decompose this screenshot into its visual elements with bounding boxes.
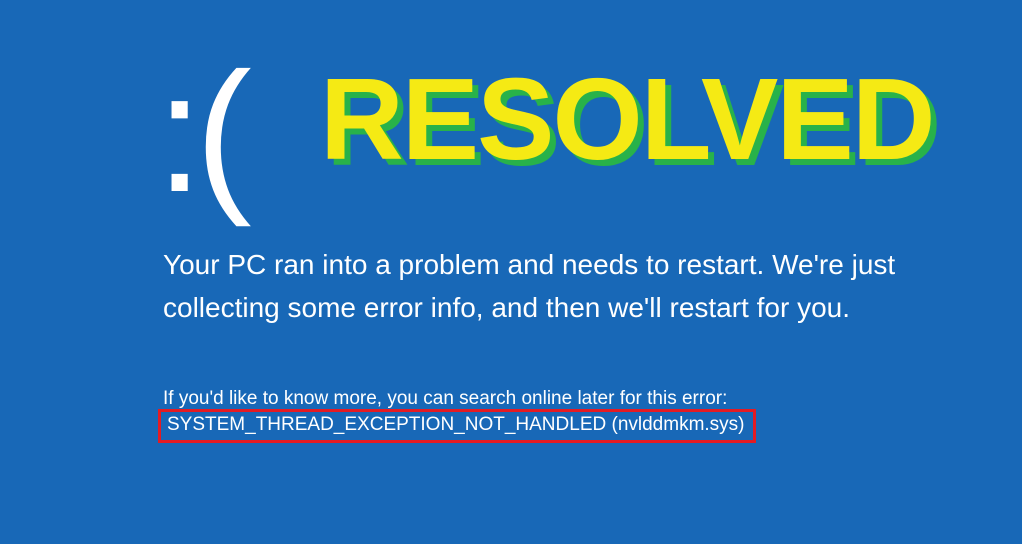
resolved-label: RESOLVED bbox=[320, 52, 934, 186]
sad-face-icon: :( bbox=[156, 48, 244, 218]
bsod-hint: If you'd like to know more, you can sear… bbox=[163, 388, 727, 410]
bsod-error-code: SYSTEM_THREAD_EXCEPTION_NOT_HANDLED (nvl… bbox=[167, 414, 745, 436]
bsod-message: Your PC ran into a problem and needs to … bbox=[163, 243, 983, 330]
resolved-overlay: RESOLVED RESOLVED bbox=[320, 52, 934, 186]
error-highlight-box: SYSTEM_THREAD_EXCEPTION_NOT_HANDLED (nvl… bbox=[158, 409, 756, 443]
